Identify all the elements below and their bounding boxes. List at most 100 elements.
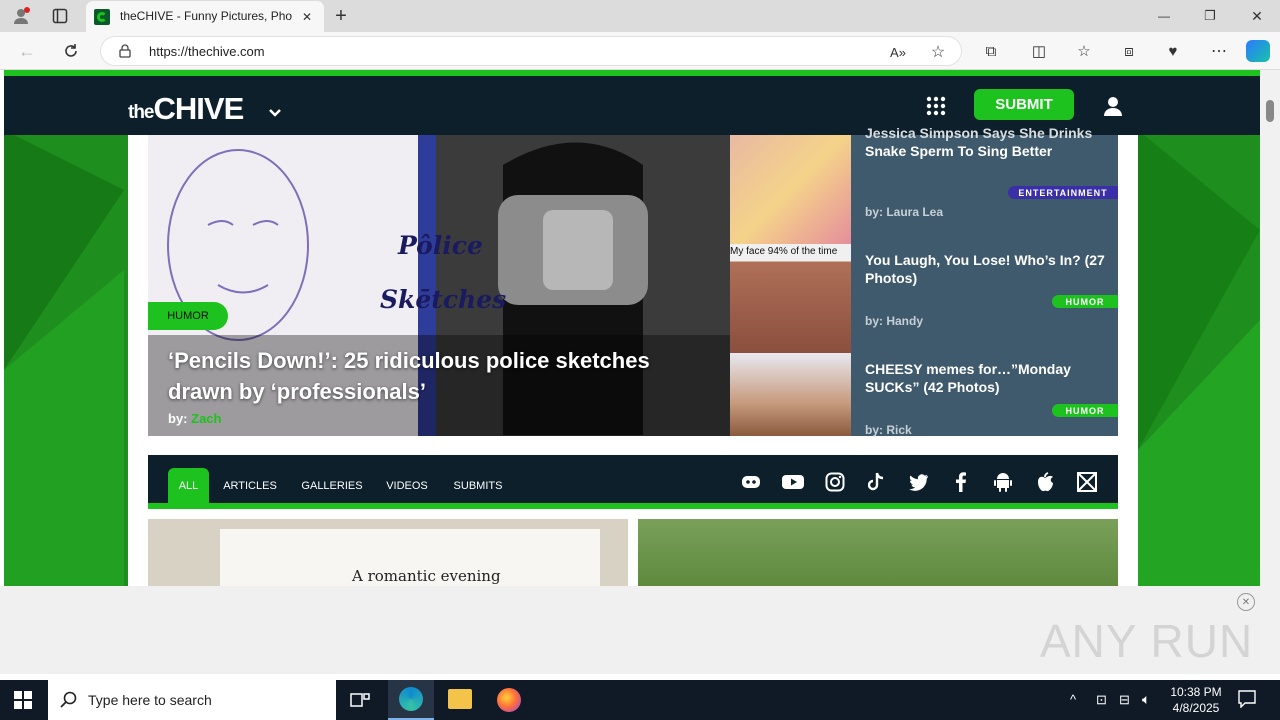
windows-taskbar: Type here to search ^ ⊡ ⊟ 🔈︎ 10:38 PM 4/… — [0, 680, 1280, 720]
refresh-icon[interactable] — [60, 40, 82, 62]
logo-main: CHIVE — [153, 91, 245, 126]
edge-icon — [399, 687, 423, 711]
chive-favicon-icon — [94, 9, 110, 25]
tray-device-icon[interactable]: ⊡ — [1096, 692, 1107, 708]
collections-icon[interactable]: ⧈ — [1118, 40, 1140, 62]
watermark: ANY RUN — [1040, 615, 1254, 667]
category-nav: ALL ARTICLES GALLERIES VIDEOS SUBMITS — [148, 455, 1118, 509]
add-favorite-icon[interactable]: ☆ — [927, 41, 949, 63]
twitter-icon[interactable] — [906, 469, 932, 495]
content-area: Pôlice Skētches HUMOR ‘Pencils Down!’: 2… — [128, 125, 1138, 586]
search-placeholder: Type here to search — [88, 692, 212, 708]
sketch-text-1: Pôlice — [398, 231, 483, 260]
tab-actions-icon[interactable] — [50, 6, 70, 26]
discord-icon[interactable] — [738, 469, 764, 495]
side-article-3-badge[interactable]: HUMOR — [1052, 404, 1118, 417]
hero-badge[interactable]: HUMOR — [148, 302, 228, 330]
article-card-1[interactable]: A romantic evening — [148, 519, 628, 586]
side-article-3[interactable]: CHEESY memes for…”Monday SUCKs” (42 Phot… — [730, 353, 1118, 437]
by-label: by: — [865, 314, 883, 328]
android-icon[interactable] — [990, 469, 1016, 495]
tab-close-icon[interactable]: ✕ — [298, 8, 316, 26]
site-logo[interactable]: the CHIVE — [128, 88, 245, 126]
back-icon[interactable]: ← — [16, 40, 38, 62]
youtube-icon[interactable] — [780, 469, 806, 495]
hero-byline: by: Zach — [168, 411, 221, 426]
firefox-icon[interactable] — [497, 688, 521, 712]
taskbar-search-box[interactable]: Type here to search — [48, 680, 336, 720]
side-article-2[interactable]: My face 94% of the time You Laugh, You L… — [730, 244, 1118, 353]
tab-submits[interactable]: SUBMITS — [448, 468, 508, 503]
minimize-button[interactable]: — — [1152, 6, 1176, 26]
copilot-icon[interactable] — [1246, 40, 1270, 62]
ad-close-icon[interactable]: ✕ — [1237, 593, 1255, 611]
author[interactable]: Rick — [886, 423, 911, 437]
by-label: by: — [865, 205, 883, 219]
edge-taskbar-button[interactable] — [388, 680, 434, 720]
mail-icon[interactable] — [1074, 469, 1100, 495]
side-article-1[interactable]: Jessica Simpson Says She Drinks Snake Sp… — [730, 125, 1118, 244]
apple-icon[interactable] — [1032, 469, 1058, 495]
tab-all[interactable]: ALL — [168, 468, 209, 503]
extensions-icon[interactable]: ⧉ — [980, 40, 1002, 62]
account-icon[interactable] — [1102, 95, 1124, 117]
side-article-2-badge[interactable]: HUMOR — [1052, 295, 1118, 308]
browser-essentials-icon[interactable]: ♥ — [1162, 40, 1184, 62]
task-view-icon[interactable] — [350, 691, 370, 709]
tiktok-icon[interactable] — [864, 469, 890, 495]
notification-icon[interactable] — [1238, 690, 1256, 709]
facebook-icon[interactable] — [948, 469, 974, 495]
side-article-3-title[interactable]: CHEESY memes for…”Monday SUCKs” (42 Phot… — [865, 360, 1110, 396]
tab-articles[interactable]: ARTICLES — [220, 468, 280, 503]
tab-galleries[interactable]: GALLERIES — [298, 468, 366, 503]
browser-tab-bar: theCHIVE - Funny Pictures, Phot ✕ + — ❐ … — [0, 0, 1280, 32]
url-text[interactable]: https://thechive.com — [149, 44, 265, 59]
ad-banner: ✕ ANY RUN — [0, 586, 1260, 674]
active-tab[interactable]: theCHIVE - Funny Pictures, Phot ✕ — [86, 1, 324, 32]
side-article-2-thumb — [730, 244, 851, 353]
card-1-text: A romantic evening — [352, 567, 501, 585]
by-label: by: — [865, 423, 883, 437]
side-article-3-byline: by: Rick — [865, 423, 912, 437]
more-menu-icon[interactable]: ⋯ — [1208, 40, 1230, 62]
tray-chevron-icon[interactable]: ^ — [1070, 692, 1076, 707]
logo-prefix: the — [128, 102, 154, 123]
instagram-icon[interactable] — [822, 469, 848, 495]
logo-dropdown-icon[interactable] — [266, 104, 284, 122]
submit-button[interactable]: SUBMIT — [974, 89, 1074, 120]
new-tab-button[interactable]: + — [330, 5, 352, 27]
favorites-icon[interactable]: ☆ — [1073, 40, 1095, 62]
author[interactable]: Handy — [886, 314, 923, 328]
split-screen-icon[interactable]: ◫ — [1028, 40, 1050, 62]
side-article-1-byline: by: Laura Lea — [865, 205, 943, 219]
side-article-2-title[interactable]: You Laugh, You Lose! Who’s In? (27 Photo… — [865, 251, 1110, 287]
volume-icon[interactable]: 🔈︎ — [1142, 691, 1150, 708]
file-explorer-icon[interactable] — [448, 689, 472, 709]
scrollbar-thumb[interactable] — [1266, 100, 1274, 122]
hero-article[interactable]: Pôlice Skētches HUMOR ‘Pencils Down!’: 2… — [148, 135, 730, 436]
article-card-2[interactable] — [638, 519, 1118, 586]
profile-icon[interactable] — [10, 6, 32, 26]
page-scrollbar[interactable] — [1260, 70, 1280, 674]
side-article-1-title[interactable]: Snake Sperm To Sing Better — [865, 142, 1110, 160]
close-window-button[interactable]: ✕ — [1245, 6, 1269, 26]
url-bar[interactable]: https://thechive.com A» ☆ — [100, 36, 962, 66]
side-article-1-badge[interactable]: ENTERTAINMENT — [1008, 186, 1118, 199]
hero-title[interactable]: ‘Pencils Down!’: 25 ridiculous police sk… — [168, 345, 708, 407]
clock-date: 4/8/2025 — [1172, 701, 1220, 715]
lock-icon[interactable] — [117, 43, 133, 59]
web-page: the CHIVE SUBMIT Pôlice Skētches HUMOR ‘… — [4, 70, 1260, 586]
author[interactable]: Laura Lea — [886, 205, 943, 219]
read-aloud-icon[interactable]: A» — [887, 41, 909, 63]
network-icon[interactable]: ⊟ — [1119, 692, 1130, 708]
side-article-3-thumb — [730, 353, 851, 436]
search-icon — [60, 691, 78, 709]
side-article-1-title-partial: Jessica Simpson Says She Drinks — [865, 125, 1093, 141]
tab-videos[interactable]: VIDEOS — [384, 468, 430, 503]
hero-author[interactable]: Zach — [191, 411, 221, 426]
restore-button[interactable]: ❐ — [1198, 6, 1222, 26]
windows-start-icon[interactable] — [14, 691, 32, 709]
side-article-2-thumb-caption: My face 94% of the time — [730, 246, 838, 257]
apps-grid-icon[interactable] — [926, 96, 946, 116]
clock[interactable]: 10:38 PM 4/8/2025 — [1168, 684, 1224, 716]
